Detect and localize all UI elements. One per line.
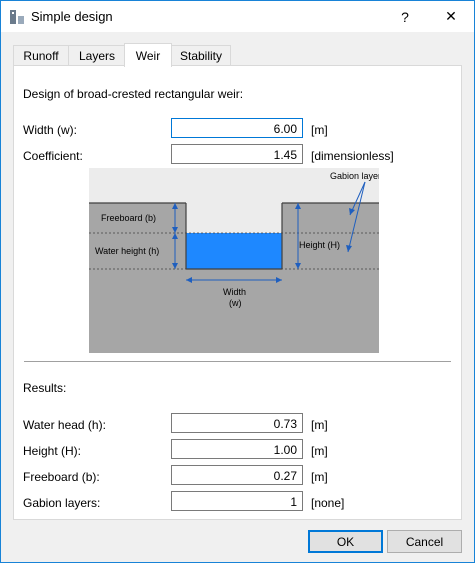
water-head-label: Water head (h): [23, 418, 106, 432]
tab-layers-label: Layers [78, 48, 116, 63]
height-label: Height (H): [23, 444, 82, 458]
help-button[interactable]: ? [382, 1, 428, 32]
section-divider [24, 361, 451, 362]
width-caption: Width [223, 287, 246, 297]
title-bar[interactable]: Simple design ? ✕ [1, 1, 474, 32]
gabion-layers-unit: [none] [311, 496, 345, 510]
tab-runoff[interactable]: Runoff [13, 45, 69, 65]
freeboard-field[interactable]: 0.27 [171, 465, 303, 485]
water-head-field[interactable]: 0.73 [171, 413, 303, 433]
freeboard-caption: Freeboard (b) [101, 213, 156, 223]
width-label: Width (w): [23, 123, 77, 137]
design-heading: Design of broad-crested rectangular weir… [23, 87, 244, 101]
results-heading: Results: [23, 381, 67, 395]
gabion-layers-caption: Gabion layers [330, 171, 379, 181]
weir-diagram: Gabion layers Freeboard (b) Water height… [89, 168, 379, 353]
height-unit: [m] [311, 444, 328, 458]
tab-weir-label: Weir [135, 48, 161, 63]
tab-weir[interactable]: Weir [124, 43, 172, 67]
coefficient-input[interactable]: 1.45 [171, 144, 303, 164]
dialog-window: Simple design ? ✕ Runoff Layers Weir Sta… [0, 0, 475, 563]
ok-button-label: OK [336, 534, 355, 549]
weir-panel: Design of broad-crested rectangular weir… [13, 65, 462, 520]
tab-stability-label: Stability [179, 48, 223, 63]
gabion-layers-field[interactable]: 1 [171, 491, 303, 511]
ok-button[interactable]: OK [308, 530, 383, 553]
close-button[interactable]: ✕ [428, 1, 474, 32]
width-unit: [m] [311, 123, 328, 137]
cancel-button[interactable]: Cancel [387, 530, 462, 553]
window-title: Simple design [31, 9, 113, 24]
freeboard-unit: [m] [311, 470, 328, 484]
coefficient-label: Coefficient: [23, 149, 83, 163]
freeboard-label: Freeboard (b): [23, 470, 100, 484]
height-caption: Height (H) [299, 240, 340, 250]
water-head-unit: [m] [311, 418, 328, 432]
app-icon [10, 10, 24, 24]
tab-runoff-label: Runoff [23, 48, 59, 63]
tab-stability[interactable]: Stability [171, 45, 231, 65]
width-caption-symbol: (w) [229, 298, 242, 308]
width-input[interactable]: 6.00 [171, 118, 303, 138]
coefficient-unit: [dimensionless] [311, 149, 394, 163]
cancel-button-label: Cancel [405, 534, 444, 549]
height-field[interactable]: 1.00 [171, 439, 303, 459]
water-height-caption: Water height (h) [95, 246, 159, 256]
tab-layers[interactable]: Layers [68, 45, 126, 65]
gabion-layers-label: Gabion layers: [23, 496, 101, 510]
